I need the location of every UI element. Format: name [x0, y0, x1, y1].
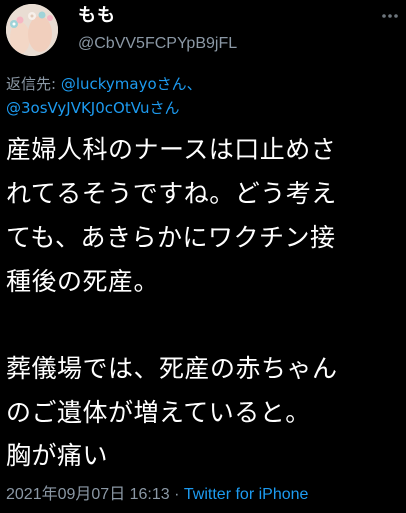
tweet-line-3: ても、あきらかにワクチン接 — [6, 223, 336, 252]
timestamp[interactable]: 2021年09月07日 16:13 — [6, 486, 170, 503]
reply-prefix: 返信先: — [6, 75, 61, 93]
source-app-link[interactable]: Twitter for iPhone — [184, 486, 309, 503]
tweet-line-1: 産婦人科のナースは口止めさ — [6, 135, 337, 164]
tweet-line-8: 胸が痛い — [6, 441, 109, 470]
reply-context: 返信先: @luckymayoさん、 — [6, 74, 202, 94]
avatar[interactable] — [6, 4, 58, 56]
tweet-line-2: れてるそうですね。どう考え — [6, 179, 337, 208]
tweet-metadata: 2021年09月07日 16:13 · Twitter for iPhone — [6, 484, 308, 506]
separator-dot: · — [169, 486, 184, 503]
author-display-name[interactable]: もも — [78, 4, 116, 28]
mention-3osvyjvkj0cotvu[interactable]: @3osVyJVKJ0cOtVuさん — [6, 99, 179, 117]
more-options-icon[interactable] — [380, 6, 400, 26]
avatar-image — [6, 4, 58, 56]
tweet-line-6: 葬儀場では、死産の赤ちゃん — [6, 354, 338, 383]
tweet-line-7: のご遺体が増えていると。 — [6, 398, 311, 427]
author-handle[interactable]: @CbVV5FCPYpB9jFL — [78, 34, 237, 54]
tweet-line-4: 種後の死産。 — [6, 267, 160, 296]
reply-context-line-2: @3osVyJVKJ0cOtVuさん — [6, 98, 179, 118]
mention-luckymayo[interactable]: @luckymayoさん、 — [61, 75, 202, 93]
